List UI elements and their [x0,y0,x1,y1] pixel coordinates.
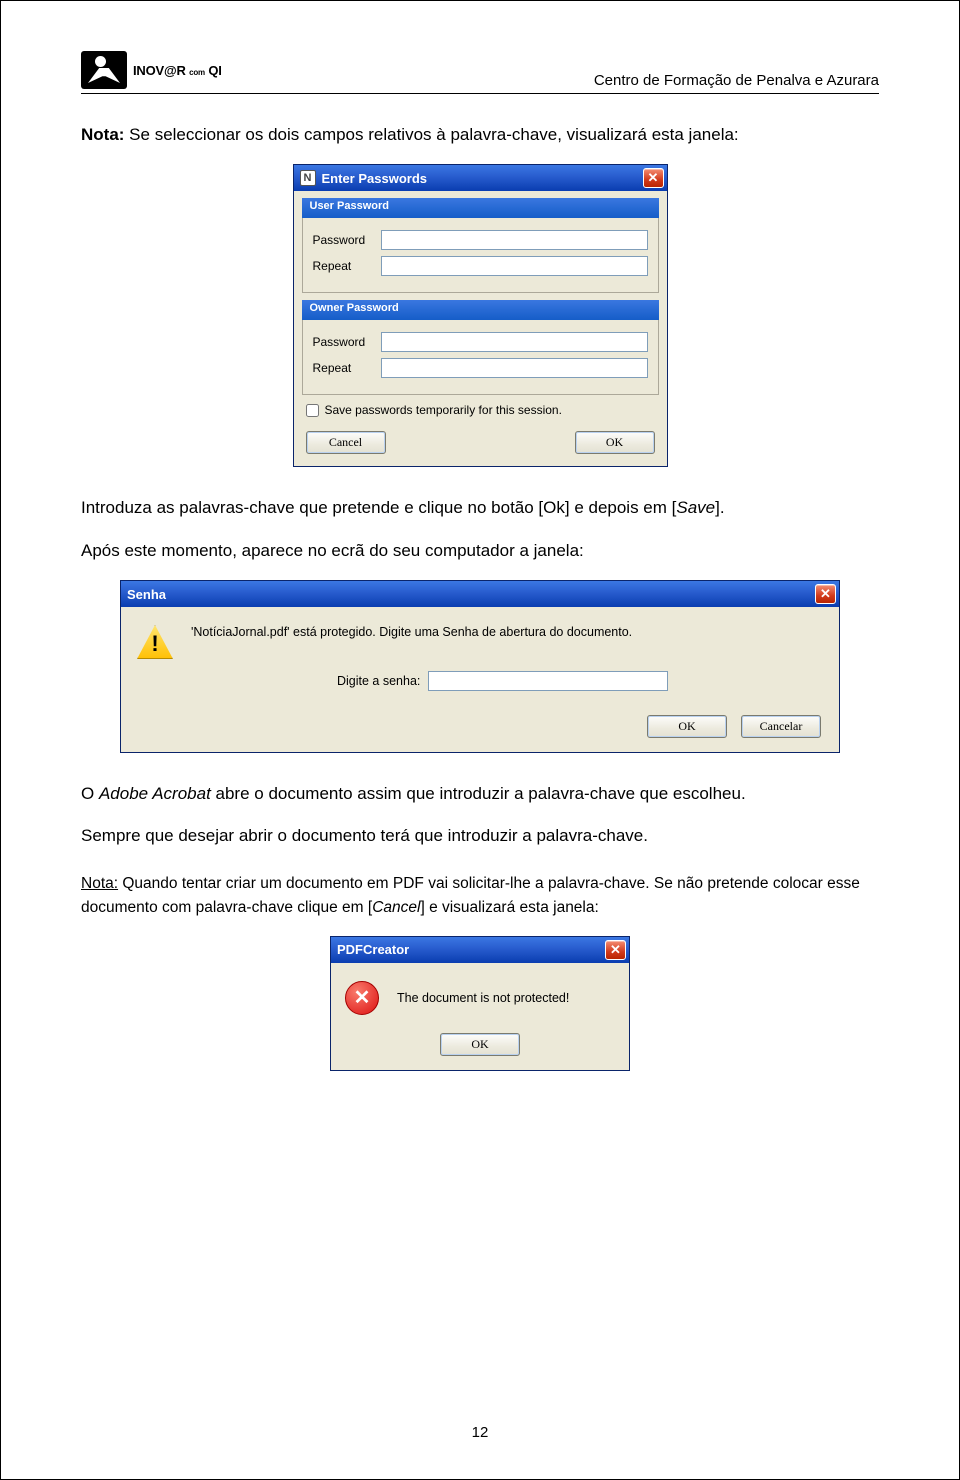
group-title-owner: Owner Password [302,300,659,320]
dialog-titlebar-2[interactable]: Senha ✕ [121,581,839,607]
save-passwords-label: Save passwords temporarily for this sess… [325,403,562,417]
owner-repeat-input[interactable] [381,358,648,378]
save-passwords-checkbox[interactable] [306,404,319,417]
brand-main: INOV@R [133,63,186,78]
logo-icon [81,51,127,89]
brand-logo: INOV@R com QI [81,51,222,89]
brand-small-1: com [189,68,205,77]
senha-input[interactable] [428,671,668,691]
close-icon-2[interactable]: ✕ [815,584,836,604]
user-repeat-input[interactable] [381,256,648,276]
senha-dialog: Senha ✕ ! 'NotíciaJornal.pdf' está prote… [120,580,840,753]
label-password-2: Password [313,335,381,349]
owner-password-group: Owner Password Password Repeat [302,301,659,395]
senha-label: Digite a senha: [337,674,420,688]
close-icon-3[interactable]: ✕ [605,940,626,960]
ok-button[interactable]: OK [575,431,655,454]
pdfcreator-message: The document is not protected! [397,991,569,1005]
senha-message: 'NotíciaJornal.pdf' está protegido. Digi… [191,625,632,639]
label-password: Password [313,233,381,247]
error-icon: ✕ [345,981,379,1015]
enter-passwords-dialog: N Enter Passwords ✕ User Password Passwo… [293,164,668,467]
owner-password-input[interactable] [381,332,648,352]
dialog-titlebar-3[interactable]: PDFCreator ✕ [331,937,629,963]
para-4: O Adobe Acrobat abre o documento assim q… [81,781,879,807]
page-number: 12 [1,1424,959,1441]
cancel-button[interactable]: Cancel [306,431,386,454]
cancelar-button[interactable]: Cancelar [741,715,821,738]
ok-button-2[interactable]: OK [647,715,727,738]
pdfcreator-dialog: PDFCreator ✕ ✕ The document is not prote… [330,936,630,1071]
dialog-title-3: PDFCreator [337,942,409,957]
para-3: Após este momento, aparece no ecrã do se… [81,538,879,564]
para-nota-2: Nota: Quando tentar criar um documento e… [81,872,879,920]
label-repeat-2: Repeat [313,361,381,375]
brand-small-2: QI [208,63,221,78]
label-repeat: Repeat [313,259,381,273]
para-5: Sempre que desejar abrir o documento ter… [81,823,879,849]
para-2: Introduza as palavras-chave que pretende… [81,495,879,521]
user-password-group: User Password Password Repeat [302,199,659,293]
dialog-title: Enter Passwords [322,171,428,186]
app-icon: N [300,170,316,186]
dialog-titlebar[interactable]: N Enter Passwords ✕ [294,165,667,191]
header-right-text: Centro de Formação de Penalva e Azurara [594,72,879,89]
warning-icon: ! [137,625,173,659]
user-password-input[interactable] [381,230,648,250]
ok-button-3[interactable]: OK [440,1033,520,1056]
page-header: INOV@R com QI Centro de Formação de Pena… [81,51,879,94]
group-title-user: User Password [302,198,659,218]
close-icon[interactable]: ✕ [643,168,664,188]
para-nota-1: Nota: Se seleccionar os dois campos rela… [81,122,879,148]
dialog-title-2: Senha [127,587,166,602]
